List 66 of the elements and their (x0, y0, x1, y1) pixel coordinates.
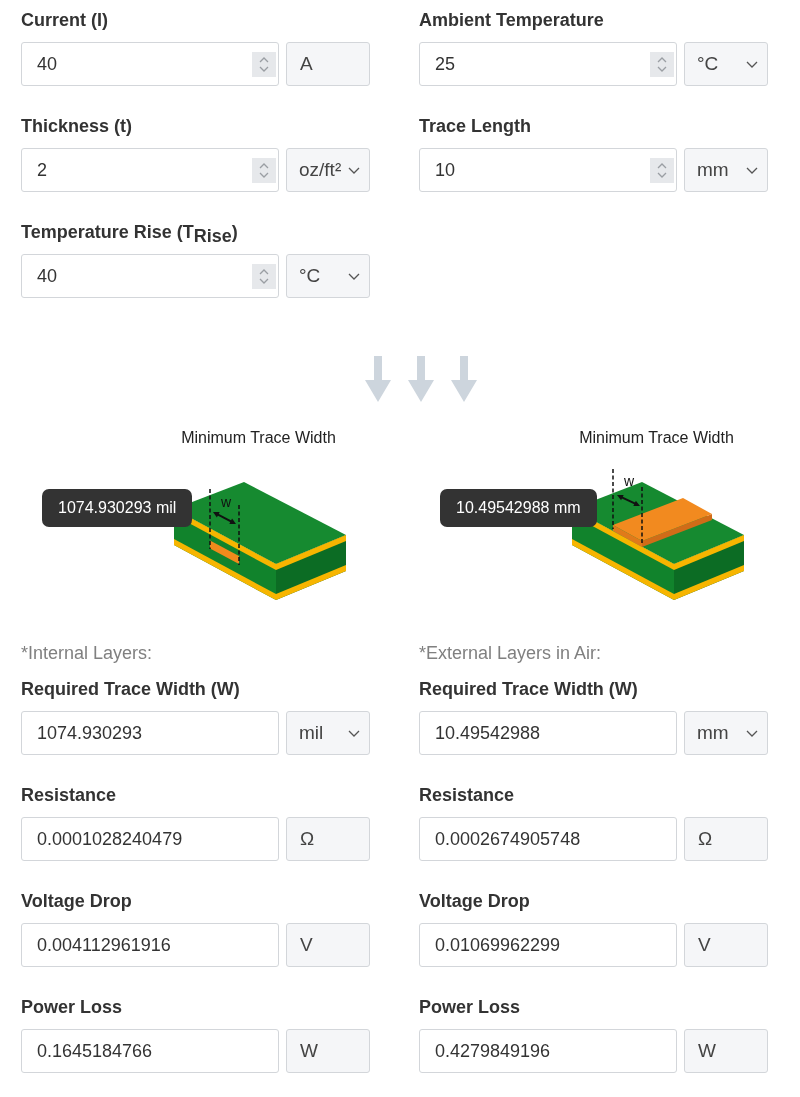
diagram-title: Minimum Trace Width (180, 429, 337, 447)
unit-dropdown[interactable]: °C (684, 42, 768, 86)
layer-note: *Internal Layers: (21, 642, 154, 664)
field-label: Resistance (419, 784, 516, 806)
result-field[interactable]: 0.4279849196 (419, 1029, 677, 1073)
width-arrow (617, 494, 640, 507)
result-field[interactable]: 1074.930293 (21, 711, 279, 755)
unit-addon: A (286, 42, 370, 86)
spinner-icon[interactable] (252, 158, 276, 183)
unit-dropdown[interactable]: °C (286, 254, 370, 298)
unit-addon: Ω (286, 817, 370, 861)
caret-icon (746, 729, 758, 737)
unit-addon: V (286, 923, 370, 967)
field-label: Thickness (t) (21, 115, 134, 137)
field-label: Current (I) (21, 9, 109, 31)
unit-dropdown[interactable]: oz/ft² (286, 148, 370, 192)
unit-dropdown[interactable]: mil (286, 711, 370, 755)
caret-icon (348, 166, 360, 174)
unit-addon: V (684, 923, 768, 967)
down-arrow-icon (451, 356, 477, 402)
unit-dropdown[interactable]: mm (684, 711, 768, 755)
width-arrow (213, 512, 236, 524)
result-field[interactable]: 10.49542988 (419, 711, 677, 755)
number-field[interactable]: 10 (419, 148, 677, 192)
number-field[interactable]: 40 (21, 254, 279, 298)
dimension-line (612, 468, 614, 530)
field-label: Power Loss (21, 996, 124, 1018)
field-label: Ambient Temperature (419, 9, 605, 31)
result-field[interactable]: 0.0001028240479 (21, 817, 279, 861)
dimension-line (641, 486, 643, 546)
dimension-line (209, 488, 211, 550)
down-arrow-icon (408, 356, 434, 402)
width-tooltip: 10.49542988 mm (440, 489, 597, 527)
spinner-icon[interactable] (252, 264, 276, 289)
dimension-line (238, 504, 240, 566)
width-symbol: w (221, 494, 232, 510)
caret-icon (348, 729, 360, 737)
spinner-icon[interactable] (650, 158, 674, 183)
width-symbol: w (624, 473, 635, 489)
field-label: Resistance (21, 784, 118, 806)
number-field[interactable]: 40 (21, 42, 279, 86)
result-field[interactable]: 0.0002674905748 (419, 817, 677, 861)
result-field[interactable]: 0.004112961916 (21, 923, 279, 967)
unit-dropdown[interactable]: mm (684, 148, 768, 192)
field-label: Voltage Drop (419, 890, 531, 912)
unit-addon: W (684, 1029, 768, 1073)
result-field[interactable]: 0.01069962299 (419, 923, 677, 967)
field-label: Voltage Drop (21, 890, 133, 912)
result-field[interactable]: 0.1645184766 (21, 1029, 279, 1073)
diagram-title: Minimum Trace Width (578, 429, 735, 447)
spinner-icon[interactable] (650, 52, 674, 77)
layer-note: *External Layers in Air: (419, 642, 603, 664)
down-arrow-icon (365, 356, 391, 402)
caret-icon (348, 272, 360, 280)
spinner-icon[interactable] (252, 52, 276, 77)
field-label: Power Loss (419, 996, 522, 1018)
number-field[interactable]: 2 (21, 148, 279, 192)
caret-icon (746, 60, 758, 68)
field-label: Required Trace Width (W) (419, 678, 639, 700)
width-tooltip: 1074.930293 mil (42, 489, 193, 527)
unit-addon: W (286, 1029, 370, 1073)
field-label: Required Trace Width (W) (21, 678, 241, 700)
unit-addon: Ω (684, 817, 768, 861)
field-label: Trace Length (419, 115, 533, 137)
number-field[interactable]: 25 (419, 42, 677, 86)
caret-icon (746, 166, 758, 174)
